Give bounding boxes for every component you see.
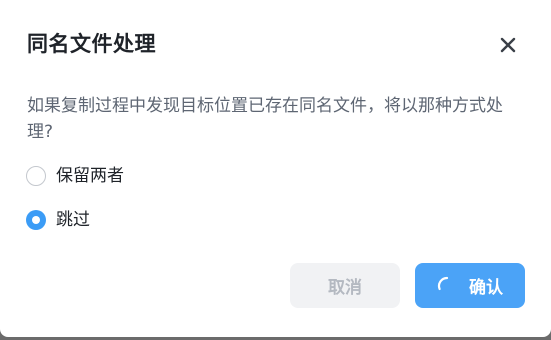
confirm-button-label: 确认 <box>469 278 503 298</box>
dialog-title: 同名文件处理 <box>27 32 156 56</box>
close-button[interactable] <box>497 34 519 56</box>
cancel-button[interactable]: 取消 <box>290 263 400 308</box>
dialog-message: 如果复制过程中发现目标位置已存在同名文件，将以那种方式处理? <box>27 96 503 142</box>
file-conflict-dialog: 同名文件处理 如果复制过程中发现目标位置已存在同名文件，将以那种方式处理? 保留… <box>0 0 551 337</box>
loading-spinner-icon <box>437 276 449 290</box>
confirm-button[interactable]: 确认 <box>415 263 525 308</box>
option-label-keep-both: 保留两者 <box>56 166 124 186</box>
cancel-button-label: 取消 <box>328 278 362 298</box>
option-keep-both[interactable]: 保留两者 <box>26 164 124 188</box>
radio-keep-both[interactable] <box>26 166 46 186</box>
option-skip[interactable]: 跳过 <box>26 208 90 232</box>
radio-skip[interactable] <box>26 210 46 230</box>
option-label-skip: 跳过 <box>56 210 90 230</box>
close-icon <box>500 37 516 53</box>
